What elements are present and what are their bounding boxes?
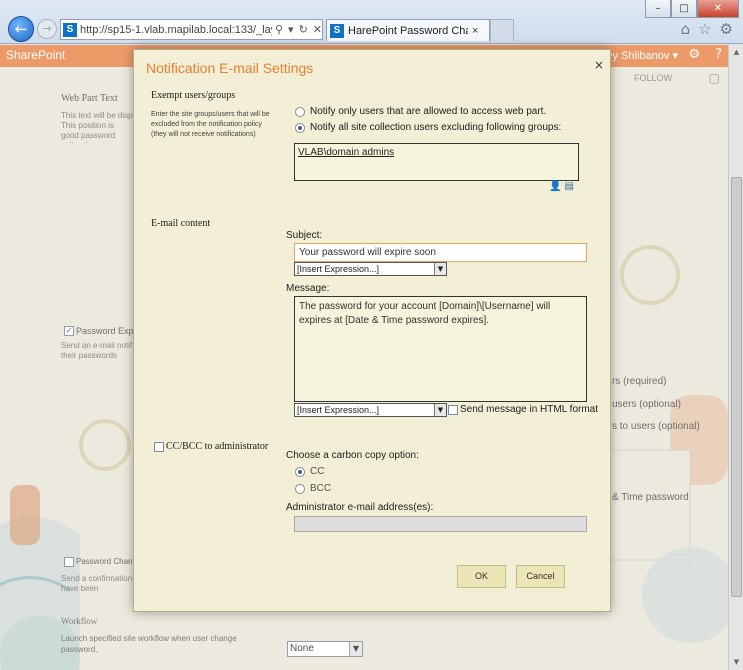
arrow-right-icon: →	[42, 22, 52, 35]
carbon-copy-option-label: Choose a carbon copy option:	[286, 450, 419, 461]
address-icons: ⚲ ▾ ↻ ✕	[275, 23, 322, 36]
search-icon[interactable]: ⚲	[275, 23, 283, 36]
radio-cc-label: CC	[310, 466, 325, 477]
exempt-description: Enter the site groups/users that will be…	[151, 111, 270, 138]
close-window-button[interactable]: ✕	[697, 0, 739, 18]
chevron-down-icon: ▼	[434, 263, 446, 275]
subject-insert-expression-select[interactable]: [Insert Expression...] ▼	[294, 262, 447, 276]
message-insert-expression-select[interactable]: [Insert Expression...] ▼	[294, 403, 447, 417]
radio-cc[interactable]: CC	[295, 466, 324, 477]
close-icon[interactable]: ✕	[313, 23, 322, 36]
new-tab-button[interactable]	[490, 19, 514, 41]
cancel-button[interactable]: Cancel	[516, 565, 565, 588]
message-textarea[interactable]: The password for your account [Domain]\[…	[294, 296, 587, 402]
window-controls: – □ ✕	[645, 0, 739, 18]
browser-chrome: – □ ✕ ← → S http://sp15-1.vlab.mapilab.l…	[0, 0, 743, 44]
back-button[interactable]: ←	[8, 16, 34, 42]
radio-notify-allowed[interactable]: Notify only users that are allowed to ac…	[295, 106, 546, 117]
chevron-down-icon: ▼	[434, 404, 446, 416]
excluded-group-entry[interactable]: VLAB\domain admins	[298, 147, 394, 158]
dialog-close-icon[interactable]: ×	[594, 58, 604, 72]
page-scrollbar[interactable]: ▲ ▼	[728, 45, 743, 670]
notification-settings-dialog: Notification E-mail Settings × Exempt us…	[133, 49, 611, 612]
scroll-up-icon[interactable]: ▲	[729, 45, 743, 60]
people-picker-icons: 👤 ▤	[549, 181, 574, 192]
subject-insert-expression-value: [Insert Expression...]	[297, 264, 380, 274]
address-bar[interactable]: S http://sp15-1.vlab.mapilab.local:133/_…	[60, 19, 323, 40]
sharepoint-favicon: S	[63, 22, 77, 37]
excluded-groups-field[interactable]: VLAB\domain admins	[294, 143, 579, 181]
radio-notify-all-label: Notify all site collection users excludi…	[310, 122, 562, 133]
message-label: Message:	[286, 283, 330, 294]
checkbox-icon[interactable]	[448, 404, 458, 415]
home-icon[interactable]: ⌂	[681, 20, 691, 38]
checkbox-icon[interactable]	[154, 441, 164, 452]
html-format-checkbox[interactable]: Send message in HTML format	[448, 404, 598, 415]
cc-bcc-checkbox[interactable]: CC/BCC to administrator	[154, 441, 268, 452]
ok-button[interactable]: OK	[457, 565, 506, 588]
cc-bcc-label: CC/BCC to administrator	[166, 441, 269, 452]
minimize-button[interactable]: –	[645, 0, 671, 18]
radio-selected-icon[interactable]	[295, 122, 305, 133]
maximize-button[interactable]: □	[671, 0, 697, 18]
radio-bcc[interactable]: BCC	[295, 483, 331, 494]
address-text[interactable]: http://sp15-1.vlab.mapilab.local:133/_la…	[80, 24, 272, 36]
browse-address-book-icon[interactable]: ▤	[564, 181, 573, 192]
tab-favicon: S	[330, 23, 344, 38]
tab-close-icon[interactable]: ×	[472, 25, 478, 37]
radio-bcc-label: BCC	[310, 483, 332, 494]
subject-label: Subject:	[286, 230, 323, 241]
radio-icon[interactable]	[295, 483, 305, 494]
radio-icon[interactable]	[295, 106, 305, 117]
email-content-heading: E-mail content	[151, 218, 211, 229]
tab-title: HarePoint Password Chang...	[348, 24, 468, 37]
forward-button[interactable]: →	[37, 19, 57, 39]
exempt-heading: Exempt users/groups	[151, 90, 236, 101]
gear-icon[interactable]: ⚙	[720, 20, 733, 38]
toolbar-icons: ⌂ ☆ ⚙	[681, 20, 733, 38]
favorites-star-icon[interactable]: ☆	[698, 20, 711, 38]
refresh-icon[interactable]: ↻	[299, 23, 308, 36]
admin-email-label: Administrator e-mail address(es):	[286, 502, 434, 513]
arrow-left-icon: ←	[14, 20, 28, 38]
message-insert-expression-value: [Insert Expression...]	[297, 405, 380, 415]
subject-input[interactable]: Your password will expire soon	[294, 243, 587, 262]
scroll-thumb[interactable]	[731, 177, 742, 597]
radio-notify-allowed-label: Notify only users that are allowed to ac…	[310, 106, 547, 117]
admin-email-input[interactable]	[294, 516, 587, 532]
dropdown-icon[interactable]: ▾	[288, 23, 294, 36]
html-format-label: Send message in HTML format	[460, 404, 599, 415]
scroll-down-icon[interactable]: ▼	[729, 655, 743, 670]
radio-notify-all[interactable]: Notify all site collection users excludi…	[295, 122, 561, 133]
radio-selected-icon[interactable]	[295, 466, 305, 477]
check-names-icon[interactable]: 👤	[549, 181, 561, 192]
dialog-title: Notification E-mail Settings	[146, 60, 314, 76]
browser-tab[interactable]: S HarePoint Password Chang... ×	[326, 19, 490, 41]
